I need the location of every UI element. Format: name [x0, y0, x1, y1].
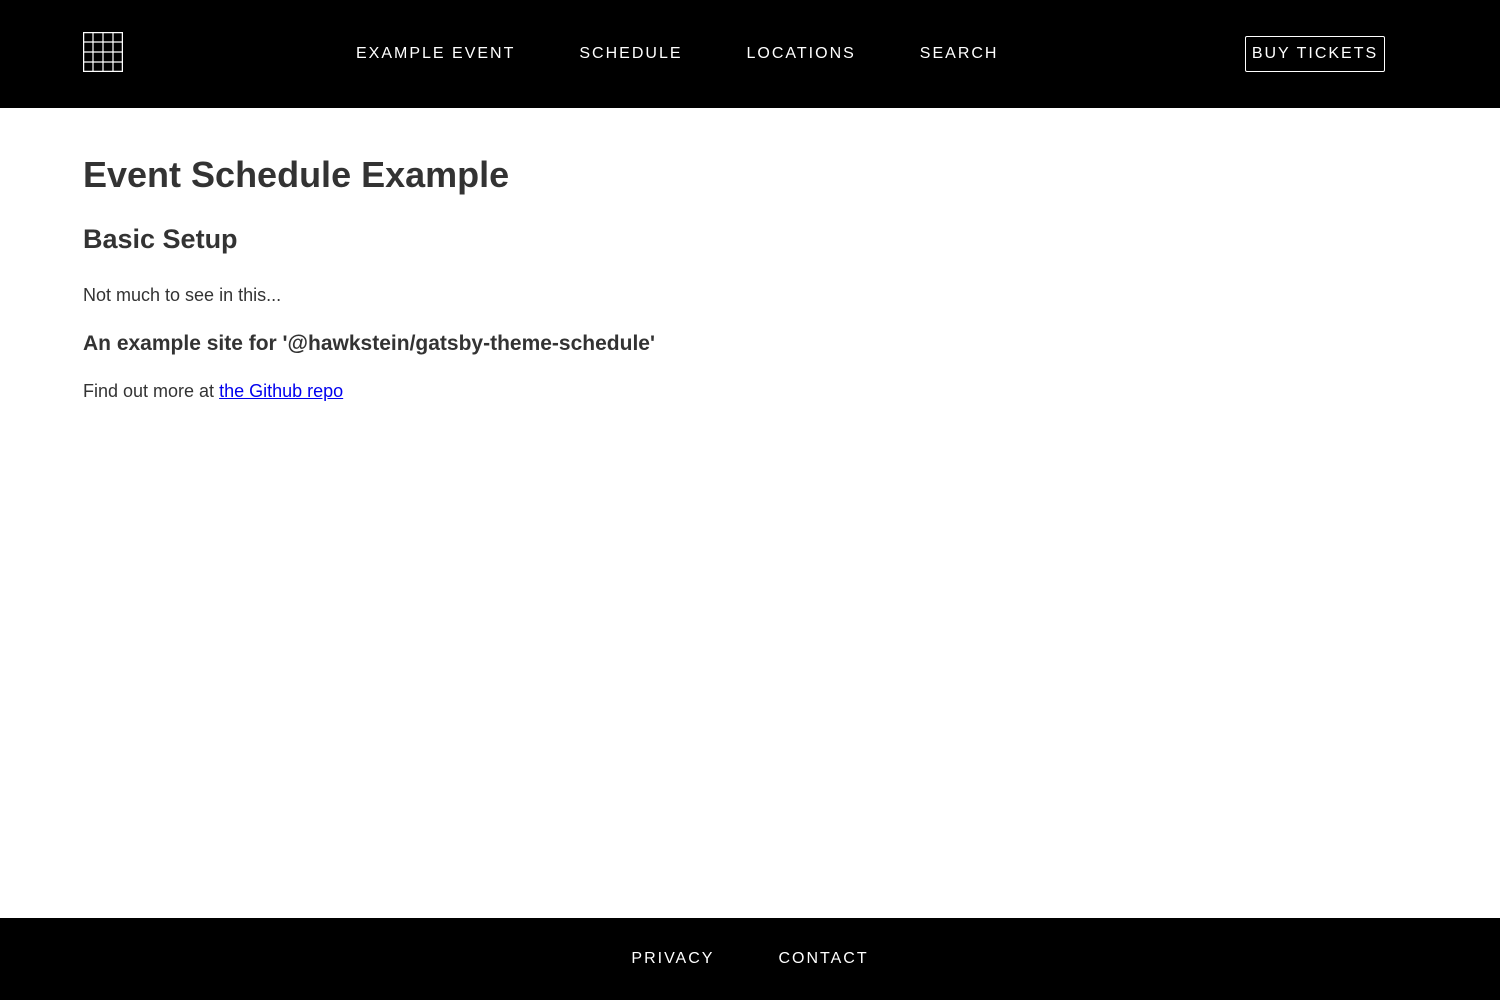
section-title: Basic Setup — [83, 224, 238, 254]
buy-tickets-button[interactable]: BUY TICKETS — [1245, 36, 1385, 72]
nav-schedule[interactable]: SCHEDULE — [547, 0, 714, 108]
nav-example-event[interactable]: EXAMPLE EVENT — [324, 0, 547, 108]
page-title: Event Schedule Example — [83, 154, 510, 195]
footer-bar: PRIVACY CONTACT — [0, 918, 1500, 1000]
footer-privacy-link[interactable]: PRIVACY — [599, 950, 746, 968]
main-content: Event Schedule Example Basic Setup Not m… — [83, 108, 1417, 404]
nav-search[interactable]: SEARCH — [888, 0, 1031, 108]
github-repo-link[interactable]: the Github repo — [219, 381, 343, 401]
top-navigation-bar: EXAMPLE EVENT SCHEDULE LOCATIONS SEARCH … — [0, 0, 1500, 108]
footer-contact-link[interactable]: CONTACT — [746, 950, 900, 968]
page: EXAMPLE EVENT SCHEDULE LOCATIONS SEARCH … — [0, 0, 1500, 1000]
nav-locations[interactable]: LOCATIONS — [715, 0, 888, 108]
find-out-more-text: Find out more at the Github repo — [83, 378, 1417, 404]
find-out-more-prefix: Find out more at — [83, 381, 220, 401]
example-site-heading: An example site for '@hawkstein/gatsby-t… — [83, 332, 655, 355]
intro-text: Not much to see in this... — [83, 285, 282, 305]
grid-icon — [83, 32, 123, 72]
main-nav: EXAMPLE EVENT SCHEDULE LOCATIONS SEARCH — [324, 0, 1030, 108]
